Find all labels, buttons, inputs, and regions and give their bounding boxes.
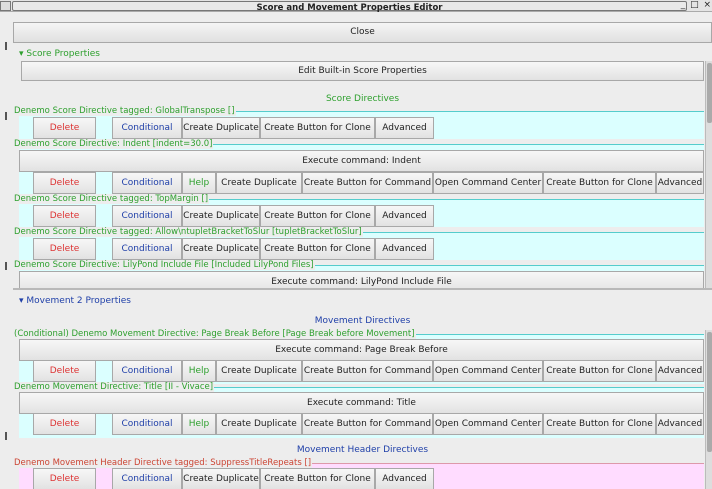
help-button[interactable]: Help — [182, 172, 216, 194]
advanced-button[interactable]: Advanced — [656, 360, 704, 382]
advanced-button[interactable]: Advanced — [656, 413, 704, 435]
directive-global-transpose: Denemo Score Directive tagged: GlobalTra… — [13, 106, 704, 139]
create-command-button[interactable]: Create Button for Command — [302, 360, 433, 382]
create-clone-button[interactable]: Create Button for Clone — [260, 205, 375, 227]
delete-button[interactable]: Delete — [33, 468, 96, 489]
create-duplicate-button[interactable]: Create Duplicate — [216, 413, 302, 435]
delete-button[interactable]: Delete — [33, 117, 96, 139]
create-clone-button[interactable]: Create Button for Clone — [543, 413, 656, 435]
delete-button[interactable]: Delete — [33, 413, 96, 435]
directive-label: (Conditional) Denemo Movement Directive:… — [13, 329, 416, 339]
edge-mark — [5, 42, 7, 50]
create-duplicate-button[interactable]: Create Duplicate — [182, 238, 260, 260]
delete-button[interactable]: Delete — [33, 238, 96, 260]
execute-command-button[interactable]: Execute command: Page Break Before — [19, 339, 704, 361]
create-clone-button[interactable]: Create Button for Clone — [543, 360, 656, 382]
directive-buttons: Delete Conditional Help Create Duplicate… — [19, 360, 704, 382]
conditional-button[interactable]: Conditional — [112, 205, 182, 227]
execute-command-button[interactable]: Execute command: Title — [19, 392, 704, 414]
advanced-button[interactable]: Advanced — [375, 117, 434, 139]
create-duplicate-button[interactable]: Create Duplicate — [182, 205, 260, 227]
delete-button[interactable]: Delete — [33, 172, 96, 194]
advanced-button[interactable]: Advanced — [656, 172, 704, 194]
scrollbar-thumb[interactable] — [707, 332, 712, 452]
score-directives-title: Score Directives — [325, 94, 400, 104]
movement-header-directives-title: Movement Header Directives — [296, 445, 429, 455]
directive-label: Denemo Score Directive: Indent [indent=3… — [13, 139, 214, 149]
directive-label: Denemo Score Directive tagged: Allow\ntu… — [13, 227, 363, 237]
directive-page-break: (Conditional) Denemo Movement Directive:… — [13, 329, 704, 384]
score-scrollbar[interactable] — [705, 61, 712, 288]
conditional-button[interactable]: Conditional — [112, 360, 182, 382]
advanced-button[interactable]: Advanced — [375, 205, 434, 227]
directive-label: Denemo Movement Directive: Title [II - V… — [13, 382, 215, 392]
score-properties-panel: ▾ Score Properties Edit Built-in Score P… — [13, 45, 712, 288]
window-controls[interactable]: _ □ × — [681, 0, 712, 10]
create-duplicate-button[interactable]: Create Duplicate — [216, 172, 302, 194]
directive-label: Denemo Score Directive tagged: GlobalTra… — [13, 106, 236, 116]
advanced-button[interactable]: Advanced — [375, 468, 434, 489]
create-duplicate-button[interactable]: Create Duplicate — [182, 468, 260, 489]
directive-buttons: Delete Conditional Create Duplicate Crea… — [19, 238, 704, 260]
conditional-button[interactable]: Conditional — [112, 413, 182, 435]
directive-label: Denemo Movement Header Directive tagged:… — [13, 458, 313, 468]
left-edge — [0, 12, 12, 489]
create-command-button[interactable]: Create Button for Command — [302, 413, 433, 435]
directive-buttons: Delete Conditional Help Create Duplicate… — [19, 413, 704, 435]
directive-label: Denemo Score Directive: LilyPond Include… — [13, 260, 315, 270]
create-clone-button[interactable]: Create Button for Clone — [260, 468, 375, 489]
open-command-center-button[interactable]: Open Command Center — [433, 413, 543, 435]
create-clone-button[interactable]: Create Button for Clone — [260, 117, 375, 139]
directive-lilypond-include: Denemo Score Directive: LilyPond Include… — [13, 260, 704, 288]
create-clone-button[interactable]: Create Button for Clone — [260, 238, 375, 260]
directive-indent: Denemo Score Directive: Indent [indent=3… — [13, 139, 704, 194]
open-command-center-button[interactable]: Open Command Center — [433, 360, 543, 382]
conditional-button[interactable]: Conditional — [112, 172, 182, 194]
edit-builtin-score-button[interactable]: Edit Built-in Score Properties — [21, 61, 704, 81]
directive-label: Denemo Score Directive tagged: TopMargin… — [13, 194, 210, 204]
help-button[interactable]: Help — [182, 360, 216, 382]
help-button[interactable]: Help — [182, 413, 216, 435]
score-properties-expander[interactable]: ▾ Score Properties — [19, 49, 100, 59]
edge-mark — [5, 432, 7, 440]
directive-suppress-title-repeats: Denemo Movement Header Directive tagged:… — [13, 458, 704, 489]
conditional-button[interactable]: Conditional — [112, 238, 182, 260]
conditional-button[interactable]: Conditional — [112, 117, 182, 139]
edge-mark — [5, 262, 7, 270]
movement-properties-panel: ▾ Movement 2 Properties Movement Directi… — [13, 290, 712, 489]
directive-buttons: Delete Conditional Create Duplicate Crea… — [19, 117, 704, 139]
execute-command-button[interactable]: Execute command: LilyPond Include File — [19, 271, 704, 288]
scrollbar-thumb[interactable] — [707, 63, 712, 123]
movement-scrollbar[interactable] — [705, 330, 712, 489]
advanced-button[interactable]: Advanced — [375, 238, 434, 260]
delete-button[interactable]: Delete — [33, 205, 96, 227]
title-frame: Score and Movement Properties Editor — [12, 1, 687, 13]
execute-command-button[interactable]: Execute command: Indent — [19, 150, 704, 172]
create-clone-button[interactable]: Create Button for Clone — [543, 172, 656, 194]
movement-properties-expander[interactable]: ▾ Movement 2 Properties — [19, 296, 131, 306]
open-command-center-button[interactable]: Open Command Center — [433, 172, 543, 194]
window-titlebar: Score and Movement Properties Editor _ □… — [0, 0, 712, 13]
directive-tuplet-bracket: Denemo Score Directive tagged: Allow\ntu… — [13, 227, 704, 260]
window-title: Score and Movement Properties Editor — [256, 3, 443, 13]
directive-buttons: Delete Conditional Help Create Duplicate… — [19, 172, 704, 194]
create-command-button[interactable]: Create Button for Command — [302, 172, 433, 194]
conditional-button[interactable]: Conditional — [112, 468, 182, 489]
delete-button[interactable]: Delete — [33, 360, 96, 382]
window-menu-button[interactable] — [0, 1, 11, 11]
close-button[interactable]: Close — [13, 22, 712, 43]
directive-title: Denemo Movement Directive: Title [II - V… — [13, 382, 704, 438]
directive-top-margin: Denemo Score Directive tagged: TopMargin… — [13, 194, 704, 227]
directive-buttons: Delete Conditional Create Duplicate Crea… — [19, 468, 704, 489]
create-duplicate-button[interactable]: Create Duplicate — [182, 117, 260, 139]
movement-directives-title: Movement Directives — [314, 316, 411, 326]
create-duplicate-button[interactable]: Create Duplicate — [216, 360, 302, 382]
directive-buttons: Delete Conditional Create Duplicate Crea… — [19, 205, 704, 227]
edge-mark — [5, 112, 7, 120]
